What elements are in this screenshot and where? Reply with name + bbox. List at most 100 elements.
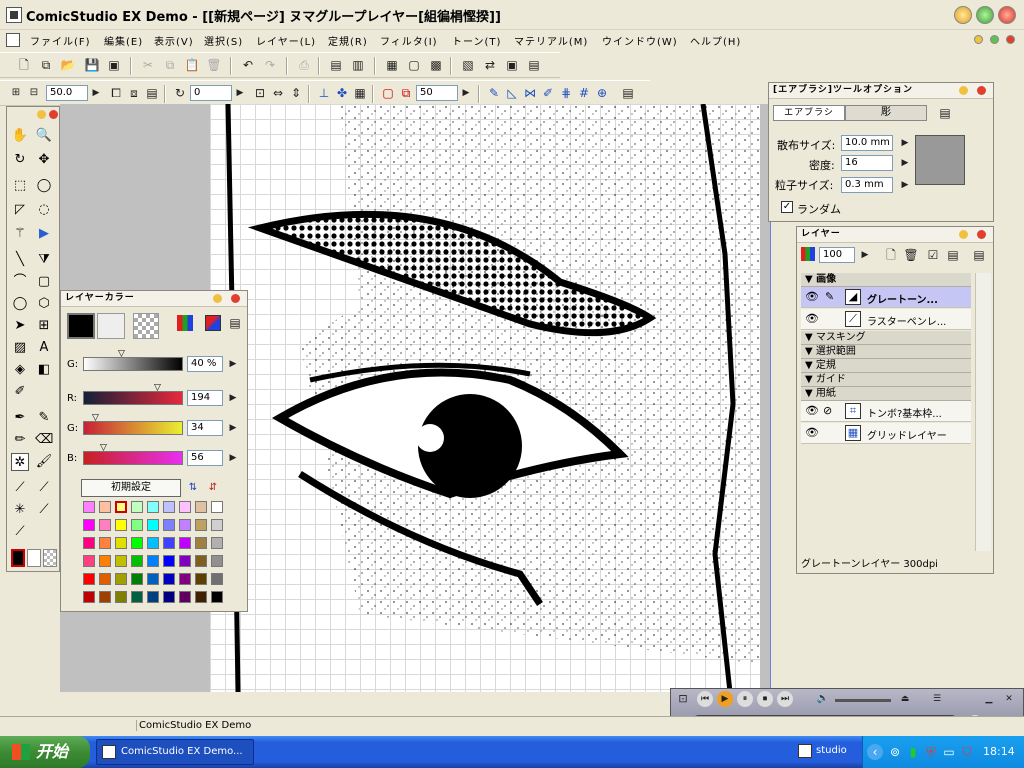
color-swatch[interactable] — [179, 501, 191, 513]
gradient-icon[interactable]: ◧ — [35, 361, 53, 379]
playlist-icon[interactable]: ☰ — [929, 691, 945, 707]
color-swatch[interactable] — [147, 519, 159, 531]
triangle-ruler-icon[interactable]: ◺ — [504, 85, 520, 101]
minimize-button[interactable] — [954, 6, 972, 24]
color-swatch[interactable] — [211, 501, 223, 513]
rectangle-icon[interactable]: ▢ — [35, 273, 53, 291]
green-slider-thumb[interactable]: ▽ — [92, 413, 99, 423]
security-icon[interactable]: ⛨ — [923, 744, 939, 760]
rotate-field[interactable]: 0 — [190, 85, 232, 101]
move-icon[interactable]: ✥ — [35, 151, 53, 169]
polyline-icon[interactable]: ⧩ — [35, 251, 53, 269]
airbrush-options-min-button[interactable] — [959, 86, 968, 95]
close-button[interactable] — [998, 6, 1016, 24]
airbrush-options-close-button[interactable] — [977, 86, 986, 95]
tab-airbrush[interactable]: エアブラシ — [773, 105, 845, 121]
ruler-icon[interactable]: ⊥ — [316, 85, 332, 101]
menu-window[interactable]: ウインドウ(W) — [602, 33, 678, 48]
zoom-out-icon[interactable]: ⊞ — [8, 85, 24, 101]
color-swatch[interactable] — [211, 519, 223, 531]
taskbar-task-comicstudio[interactable]: ComicStudio EX Demo... — [96, 739, 254, 765]
color-swatch[interactable] — [163, 573, 175, 585]
monitor-icon[interactable]: ▭ — [941, 744, 957, 760]
traffic-icon[interactable]: ▮ — [905, 744, 921, 760]
blue-slider-thumb[interactable]: ▽ — [100, 443, 107, 453]
reset-colors-button[interactable]: 初期設定 — [81, 479, 181, 497]
color-swatch[interactable] — [131, 573, 143, 585]
rect-select-icon[interactable]: ⬚ — [11, 177, 29, 195]
red-slider-thumb[interactable]: ▽ — [154, 383, 161, 393]
color-swatch[interactable] — [131, 591, 143, 603]
color-swatch[interactable] — [195, 519, 207, 531]
spread-size-arrow-icon[interactable]: ▶ — [897, 135, 913, 151]
tray-app-icon[interactable] — [798, 744, 812, 758]
color-swatch[interactable] — [211, 591, 223, 603]
page-settings-icon[interactable]: ▤ — [328, 57, 344, 73]
tray-arrow-icon[interactable]: ‹ — [867, 744, 883, 760]
grid-lines-icon[interactable]: # — [576, 85, 592, 101]
random-checkbox[interactable]: ✓ — [781, 201, 793, 213]
volume-slider[interactable] — [835, 699, 891, 702]
color-white-box[interactable] — [97, 313, 125, 339]
redo-icon[interactable]: ↷ — [262, 57, 278, 73]
eye-icon[interactable]: 👁 — [805, 426, 819, 439]
menu-ruler[interactable]: 定規(R) — [328, 33, 368, 48]
color-swatch[interactable] — [115, 537, 127, 549]
blue-arrow-icon[interactable]: ▶ — [225, 450, 241, 466]
tools-panel-min-button[interactable] — [37, 110, 46, 119]
polygon-select-icon[interactable]: ◸ — [11, 201, 29, 219]
color-swatch[interactable] — [147, 573, 159, 585]
opacity-arrow-icon[interactable]: ▶ — [857, 247, 873, 263]
gray-slider-thumb[interactable]: ▽ — [118, 349, 125, 359]
layer-group-masking[interactable]: ▼ マスキング — [801, 331, 971, 345]
color-swatch[interactable] — [211, 537, 223, 549]
color-swatch[interactable] — [163, 501, 175, 513]
color-swatch[interactable] — [115, 591, 127, 603]
mdi-maximize-button[interactable] — [990, 35, 999, 44]
zoom-icon[interactable]: 🔍 — [35, 127, 53, 145]
snap-icon[interactable]: ✤ — [334, 85, 350, 101]
fill-icon[interactable]: ◈ — [11, 361, 29, 379]
layer-color-icon[interactable] — [801, 247, 815, 261]
object-select-icon[interactable]: ➤ — [11, 317, 29, 335]
hand-icon[interactable]: ✋ — [11, 127, 29, 145]
next-track-icon[interactable]: ⏭ — [777, 691, 793, 707]
eye-icon[interactable]: 👁 — [805, 290, 819, 303]
eye-icon[interactable]: 👁 — [805, 312, 819, 325]
layer-group-ruler[interactable]: ▼ 定規 — [801, 359, 971, 373]
perspective-icon[interactable]: ⋈ — [522, 85, 538, 101]
volume-icon[interactable]: 🔈 — [815, 691, 831, 707]
marker-icon[interactable]: ✏ — [11, 431, 29, 449]
color-swatch[interactable] — [195, 573, 207, 585]
new-layer-icon[interactable]: 🗋 — [883, 247, 899, 263]
menu-layer[interactable]: レイヤー(L) — [256, 33, 316, 48]
particle-size-field[interactable]: 0.3 mm — [841, 177, 893, 193]
doc-icon[interactable] — [6, 33, 20, 47]
pen-icon[interactable]: ✒ — [11, 409, 29, 427]
effect-line-icon[interactable]: ⟋ — [11, 479, 29, 497]
color-swatch[interactable] — [131, 501, 143, 513]
stop-icon[interactable]: ⏹ — [757, 691, 773, 707]
layer-row-graytone[interactable]: 👁 ✎ ◢ グレートーン... — [801, 287, 971, 308]
pause-icon[interactable]: ⏸ — [737, 691, 753, 707]
color-swatch[interactable] — [83, 519, 95, 531]
density-arrow-icon[interactable]: ▶ — [897, 155, 913, 171]
color-set-icon[interactable] — [177, 315, 193, 331]
concentric-icon[interactable]: ⊕ — [594, 85, 610, 101]
app-icon[interactable] — [6, 7, 22, 23]
menu-view[interactable]: 表示(V) — [154, 33, 194, 48]
layer-group-image[interactable]: ▼ 画像 — [801, 273, 971, 287]
color-swatch[interactable] — [147, 501, 159, 513]
color-swatch[interactable] — [179, 573, 191, 585]
parallel-lines-icon[interactable]: ⋕ — [558, 85, 574, 101]
color-swatch[interactable] — [99, 573, 111, 585]
paste-icon[interactable]: 📋 — [184, 57, 200, 73]
menu-tone[interactable]: トーン(T) — [452, 33, 501, 48]
color-swatch[interactable] — [99, 537, 111, 549]
rotate-icon[interactable]: ↻ — [172, 85, 188, 101]
ellipse-select-icon[interactable]: ◯ — [35, 177, 53, 195]
density-field[interactable]: 16 — [841, 155, 893, 171]
color-swatch[interactable] — [147, 591, 159, 603]
menu-select[interactable]: 選択(S) — [204, 33, 243, 48]
polygon-icon[interactable]: ⬡ — [35, 295, 53, 313]
